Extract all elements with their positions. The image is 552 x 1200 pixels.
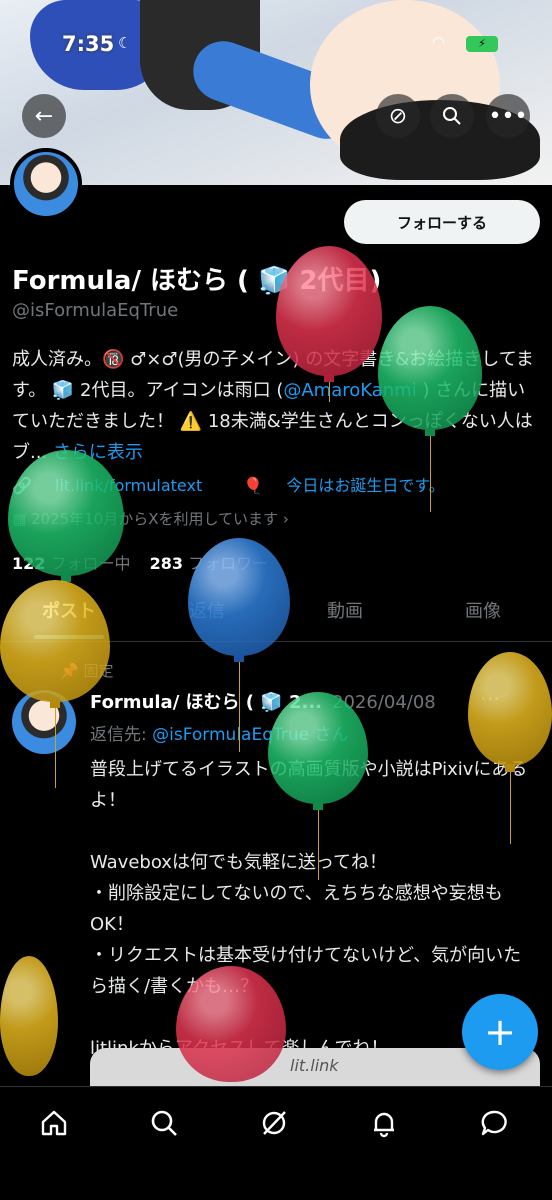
status-bar: 7:35 ☾ ◠ ⚡ <box>0 30 552 60</box>
balloon-knot <box>324 374 334 382</box>
followers-count: 283 <box>149 554 184 573</box>
balloon-green <box>378 306 482 512</box>
search-icon <box>151 1110 177 1136</box>
grok-button[interactable]: ⊘ <box>376 94 420 138</box>
balloon-string <box>510 772 511 844</box>
balloon-string <box>239 662 240 752</box>
home-icon <box>41 1110 67 1136</box>
message-icon <box>481 1110 507 1136</box>
battery-icon: ⚡ <box>466 36 498 52</box>
balloon-string <box>329 382 330 402</box>
balloon-body <box>0 956 58 1076</box>
profile-banner[interactable]: 7:35 ☾ ◠ ⚡ <box>0 0 552 185</box>
balloon-green-left <box>8 450 124 582</box>
balloon-body <box>378 306 482 430</box>
follow-button[interactable]: フォローする <box>344 200 540 244</box>
balloon-string <box>430 436 431 512</box>
balloon-body <box>268 692 368 804</box>
nav-messages[interactable] <box>474 1103 514 1143</box>
balloon-icon: 🎈 <box>243 476 269 495</box>
balloon-body <box>0 580 110 702</box>
balloon-yellow-bottom <box>0 956 58 1076</box>
moon-icon: ☾ <box>118 34 132 52</box>
status-time: 7:35 <box>62 32 115 56</box>
balloon-yellow-left <box>0 580 110 788</box>
profile-handle: @isFormulaEqTrue <box>12 300 179 321</box>
balloon-knot <box>425 428 435 436</box>
balloon-green-center <box>268 692 368 880</box>
balloon-blue <box>188 538 290 752</box>
tab-videos[interactable]: 動画 <box>276 590 414 641</box>
balloon-knot <box>313 802 323 810</box>
bell-icon <box>374 1112 394 1138</box>
balloon-body <box>276 246 382 376</box>
arrow-left-icon: ← <box>34 103 54 129</box>
nav-notifications[interactable] <box>364 1103 404 1143</box>
balloon-knot <box>505 764 515 772</box>
balloon-body <box>468 652 552 766</box>
wifi-icon: ◠ <box>432 33 446 51</box>
tab-images[interactable]: 画像 <box>414 590 552 641</box>
profile-avatar[interactable] <box>10 148 82 220</box>
nav-grok[interactable] <box>254 1103 294 1143</box>
search-icon <box>443 107 461 125</box>
grok-icon <box>262 1111 286 1135</box>
balloon-string <box>318 810 319 880</box>
chevron-right-icon: › <box>278 510 289 528</box>
link-card-title: lit.link <box>290 1056 339 1075</box>
balloon-body <box>8 450 124 576</box>
balloon-yellow-right <box>468 652 552 844</box>
grok-icon: ⊘ <box>388 103 408 129</box>
bottom-nav <box>0 1086 552 1200</box>
plus-icon: + <box>484 1010 516 1054</box>
post-header: Formula/ ほむら ( 🧊 2... 2026/04/08 <box>90 688 436 714</box>
back-button[interactable]: ← <box>22 94 66 138</box>
balloon-body <box>188 538 290 656</box>
nav-search[interactable] <box>144 1103 184 1143</box>
balloon-string <box>55 708 56 788</box>
search-button[interactable] <box>430 94 474 138</box>
nav-home[interactable] <box>34 1103 74 1143</box>
balloon-body <box>176 966 286 1082</box>
balloon-knot <box>50 700 60 708</box>
balloon-knot <box>234 654 244 662</box>
balloon-red <box>276 246 382 402</box>
balloon-red-bottom <box>176 966 286 1082</box>
more-button[interactable]: ••• <box>486 94 530 138</box>
more-icon: ••• <box>488 103 528 129</box>
reply-prefix: 返信先: <box>90 725 153 745</box>
compose-button[interactable]: + <box>462 994 538 1070</box>
birthday-text: 今日はお誕生日です。 <box>286 476 445 495</box>
